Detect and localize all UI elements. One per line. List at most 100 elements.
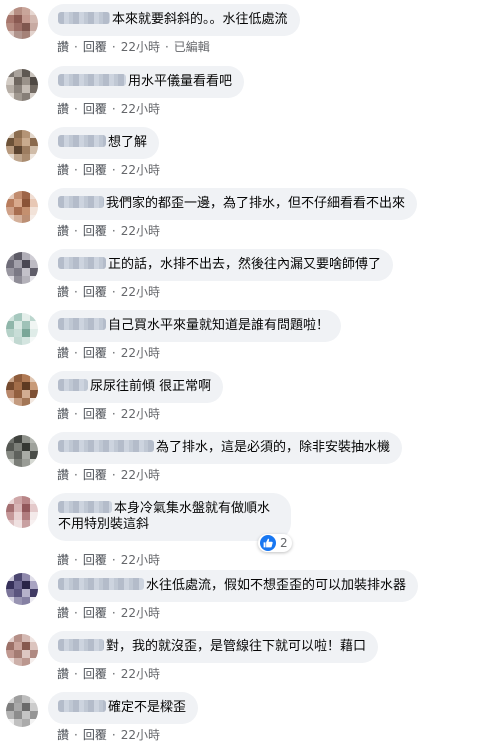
- like-link[interactable]: 讚: [57, 606, 69, 620]
- timestamp[interactable]: 22小時: [121, 102, 160, 116]
- like-link[interactable]: 讚: [57, 163, 69, 177]
- comment-bubble: 用水平儀量看看吧: [48, 66, 245, 98]
- reply-link[interactable]: 回覆: [83, 728, 107, 742]
- edited-label[interactable]: 已編輯: [174, 40, 210, 54]
- comment-actions: 讚 · 回覆 · 22小時: [57, 163, 160, 177]
- like-link[interactable]: 讚: [57, 285, 69, 299]
- avatar[interactable]: [6, 496, 38, 528]
- reply-link[interactable]: 回覆: [83, 468, 107, 482]
- commenter-name[interactable]: [58, 257, 106, 269]
- avatar[interactable]: [6, 634, 38, 666]
- timestamp[interactable]: 22小時: [121, 468, 160, 482]
- comment-bubble: 為了排水，這是必須的，除非安裝抽水機: [48, 432, 403, 464]
- comment-actions: 讚 · 回覆 · 22小時: [57, 285, 160, 299]
- avatar[interactable]: [6, 191, 38, 223]
- commenter-name[interactable]: [58, 379, 88, 391]
- comment-actions: 讚 · 回覆 · 22小時: [57, 553, 160, 567]
- timestamp[interactable]: 22小時: [121, 667, 160, 681]
- like-link[interactable]: 讚: [57, 667, 69, 681]
- comment-text: 想了解: [108, 135, 148, 150]
- timestamp[interactable]: 22小時: [121, 163, 160, 177]
- timestamp[interactable]: 22小時: [121, 606, 160, 620]
- avatar[interactable]: [6, 7, 38, 39]
- like-link[interactable]: 讚: [57, 102, 69, 116]
- reply-link[interactable]: 回覆: [83, 285, 107, 299]
- avatar[interactable]: [6, 252, 38, 284]
- commenter-name[interactable]: [58, 196, 104, 208]
- avatar[interactable]: [6, 130, 38, 162]
- like-link[interactable]: 讚: [57, 728, 69, 742]
- comment-text: 尿尿往前傾 很正常啊: [90, 379, 212, 394]
- reply-link[interactable]: 回覆: [83, 40, 107, 54]
- like-link[interactable]: 讚: [57, 553, 69, 567]
- comment-bubble: 對，我的就沒歪，是管線往下就可以啦！藉口: [48, 631, 379, 663]
- timestamp[interactable]: 22小時: [121, 40, 160, 54]
- commenter-name[interactable]: [58, 135, 106, 147]
- comment-text: 水往低處流，假如不想歪歪的可以加裝排水器: [146, 578, 407, 593]
- like-link[interactable]: 讚: [57, 407, 69, 421]
- comment-text: 確定不是樑歪: [108, 700, 187, 715]
- reply-link[interactable]: 回覆: [83, 407, 107, 421]
- comment-actions: 讚 · 回覆 · 22小時 · 已編輯: [57, 40, 210, 54]
- comment-actions: 讚 · 回覆 · 22小時: [57, 606, 160, 620]
- comment-bubble: 想了解: [48, 127, 160, 159]
- comment-bubble: 我們家的都歪一邊，為了排水，但不仔細看看不出來: [48, 188, 418, 220]
- comment-bubble: 正的話，水排不出去，然後往內漏又要啥師傅了: [48, 249, 394, 281]
- comment-text: 對，我的就沒歪，是管線往下就可以啦！藉口: [106, 639, 367, 654]
- comment-bubble: 確定不是樑歪: [48, 692, 199, 724]
- comment-actions: 讚 · 回覆 · 22小時: [57, 102, 160, 116]
- timestamp[interactable]: 22小時: [121, 224, 160, 238]
- comment-actions: 讚 · 回覆 · 22小時: [57, 667, 160, 681]
- comment-actions: 讚 · 回覆 · 22小時: [57, 346, 160, 360]
- comment-text-line2: 不用特別裝這斜: [58, 517, 150, 532]
- commenter-name[interactable]: [58, 12, 110, 24]
- commenter-name[interactable]: [58, 318, 106, 330]
- reply-link[interactable]: 回覆: [83, 606, 107, 620]
- avatar[interactable]: [6, 695, 38, 727]
- timestamp[interactable]: 22小時: [121, 553, 160, 567]
- comment-bubble: 尿尿往前傾 很正常啊: [48, 371, 224, 403]
- avatar[interactable]: [6, 69, 38, 101]
- commenter-name[interactable]: [58, 501, 112, 513]
- timestamp[interactable]: 22小時: [121, 728, 160, 742]
- comment-bubble: 本來就要斜斜的。。水往低處流: [48, 4, 300, 36]
- comment-text: 用水平儀量看看吧: [128, 74, 233, 89]
- commenter-name[interactable]: [58, 578, 144, 590]
- like-link[interactable]: 讚: [57, 346, 69, 360]
- comment-text: 為了排水，這是必須的，除非安裝抽水機: [156, 440, 391, 455]
- like-link[interactable]: 讚: [57, 224, 69, 238]
- commenter-name[interactable]: [58, 74, 126, 86]
- comment-bubble: 自己買水平來量就知道是誰有問題啦！: [48, 310, 342, 342]
- reply-link[interactable]: 回覆: [83, 163, 107, 177]
- avatar[interactable]: [6, 435, 38, 467]
- reply-link[interactable]: 回覆: [83, 102, 107, 116]
- avatar[interactable]: [6, 374, 38, 406]
- timestamp[interactable]: 22小時: [121, 407, 160, 421]
- comment-text: 自己買水平來量就知道是誰有問題啦！: [108, 318, 330, 333]
- comment-text: 我們家的都歪一邊，為了排水，但不仔細看看不出來: [106, 196, 406, 211]
- timestamp[interactable]: 22小時: [121, 346, 160, 360]
- reply-link[interactable]: 回覆: [83, 553, 107, 567]
- like-icon: [260, 535, 276, 551]
- commenter-name[interactable]: [58, 700, 106, 712]
- avatar[interactable]: [6, 573, 38, 605]
- timestamp[interactable]: 22小時: [121, 285, 160, 299]
- avatar[interactable]: [6, 313, 38, 345]
- comment-actions: 讚 · 回覆 · 22小時: [57, 407, 160, 421]
- commenter-name[interactable]: [58, 440, 154, 452]
- comment-text: 本來就要斜斜的。。水往低處流: [112, 12, 288, 27]
- reply-link[interactable]: 回覆: [83, 667, 107, 681]
- like-link[interactable]: 讚: [57, 468, 69, 482]
- reply-link[interactable]: 回覆: [83, 346, 107, 360]
- comment-actions: 讚 · 回覆 · 22小時: [57, 224, 160, 238]
- reply-link[interactable]: 回覆: [83, 224, 107, 238]
- comment-actions: 讚 · 回覆 · 22小時: [57, 468, 160, 482]
- comment-text: 本身冷氣集水盤就有做順水: [114, 501, 271, 516]
- reaction-summary[interactable]: 2: [258, 534, 292, 552]
- comment-actions: 讚 · 回覆 · 22小時: [57, 728, 160, 742]
- commenter-name[interactable]: [58, 639, 104, 651]
- comment-bubble: 水往低處流，假如不想歪歪的可以加裝排水器: [48, 570, 419, 602]
- reaction-count: 2: [280, 536, 288, 550]
- like-link[interactable]: 讚: [57, 40, 69, 54]
- comment-text: 正的話，水排不出去，然後往內漏又要啥師傅了: [108, 257, 382, 272]
